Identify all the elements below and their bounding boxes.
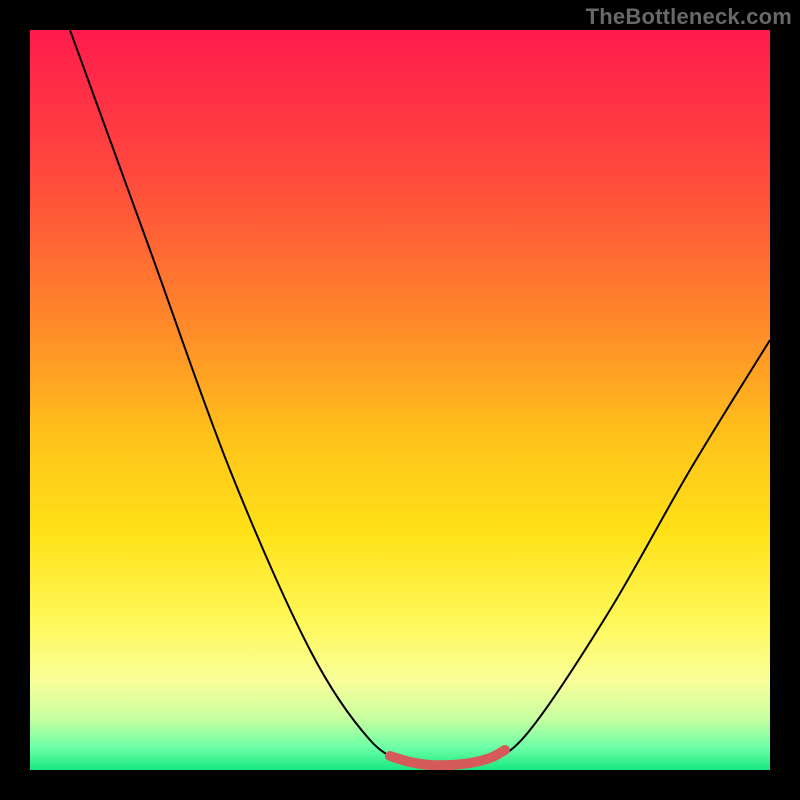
watermark-text: TheBottleneck.com bbox=[586, 4, 792, 30]
bottleneck-curve-path bbox=[70, 30, 770, 765]
curve-svg bbox=[30, 30, 770, 770]
minimum-marker-path bbox=[390, 750, 505, 765]
chart-frame: TheBottleneck.com bbox=[0, 0, 800, 800]
plot-area bbox=[30, 30, 770, 770]
